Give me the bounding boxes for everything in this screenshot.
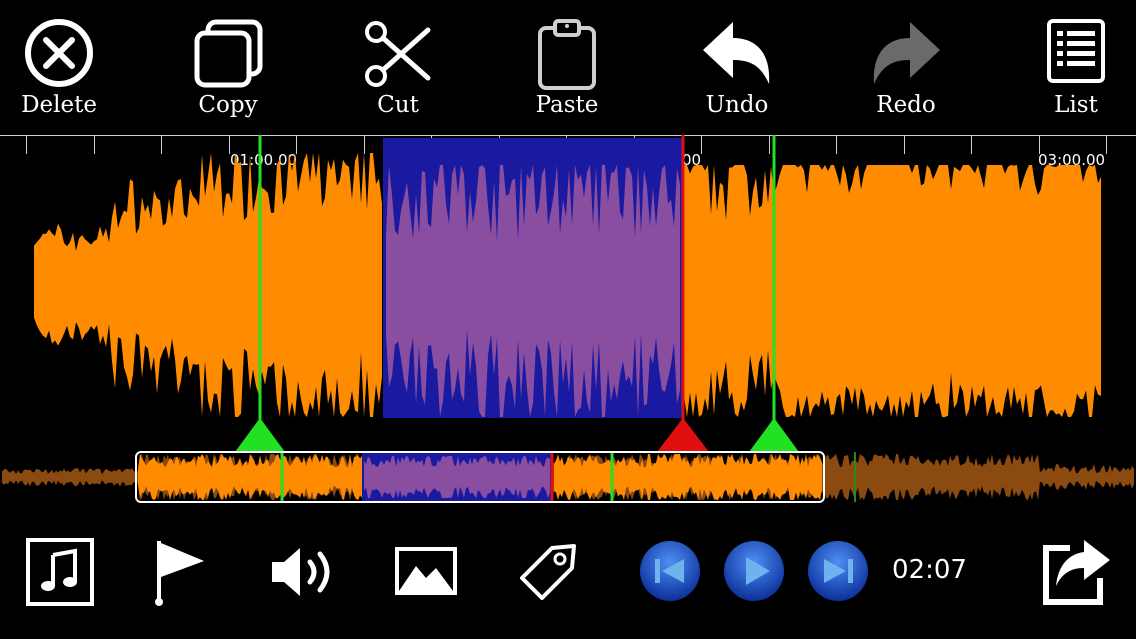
picture-icon (395, 547, 457, 595)
copy-label: Copy (198, 92, 258, 118)
skip-back-button[interactable] (638, 539, 702, 607)
flag-button[interactable] (152, 537, 208, 611)
delete-label: Delete (21, 92, 97, 118)
share-button[interactable] (1040, 536, 1112, 612)
close-circle-icon (25, 19, 93, 87)
delete-button[interactable]: Delete (0, 0, 134, 130)
cut-label: Cut (377, 92, 419, 118)
overview-strip[interactable] (0, 448, 1136, 508)
undo-arrow-icon (703, 22, 770, 84)
skip-back-icon (640, 541, 700, 601)
undo-label: Undo (705, 92, 769, 118)
copy-button[interactable]: Copy (153, 0, 303, 130)
volume-button[interactable] (268, 544, 340, 604)
list-label: List (1054, 92, 1098, 118)
skip-forward-button[interactable] (806, 539, 870, 607)
clipboard-icon (538, 19, 596, 90)
speaker-icon (272, 548, 330, 596)
current-time: 02:07 (892, 555, 967, 585)
scissors-icon (365, 21, 431, 87)
copy-icon (194, 19, 263, 88)
list-button[interactable]: List (1001, 0, 1136, 130)
undo-button[interactable]: Undo (662, 0, 812, 130)
skip-forward-icon (808, 541, 868, 601)
share-icon (1043, 540, 1110, 605)
start-marker-handle[interactable] (235, 418, 285, 452)
paste-button[interactable]: Paste (492, 0, 642, 130)
tag-button[interactable] (516, 540, 582, 610)
music-button[interactable] (25, 537, 95, 611)
play-button[interactable] (722, 539, 786, 607)
flag-icon (155, 541, 204, 606)
waveform-editor[interactable] (0, 135, 1136, 455)
redo-label: Redo (876, 92, 936, 118)
image-button[interactable] (394, 546, 458, 600)
paste-label: Paste (535, 92, 599, 118)
tag-icon (520, 544, 576, 600)
cut-button[interactable]: Cut (323, 0, 473, 130)
end-marker-handle[interactable] (749, 418, 799, 452)
list-icon (1047, 19, 1105, 83)
playhead-handle[interactable] (657, 418, 709, 452)
redo-arrow-icon (873, 22, 940, 84)
music-note-icon (26, 538, 94, 606)
redo-button[interactable]: Redo (831, 0, 981, 130)
overview-selected-waveform (364, 456, 550, 498)
play-icon (724, 541, 784, 601)
edit-toolbar: Delete Copy Cut Paste Undo Redo List (0, 0, 1136, 130)
